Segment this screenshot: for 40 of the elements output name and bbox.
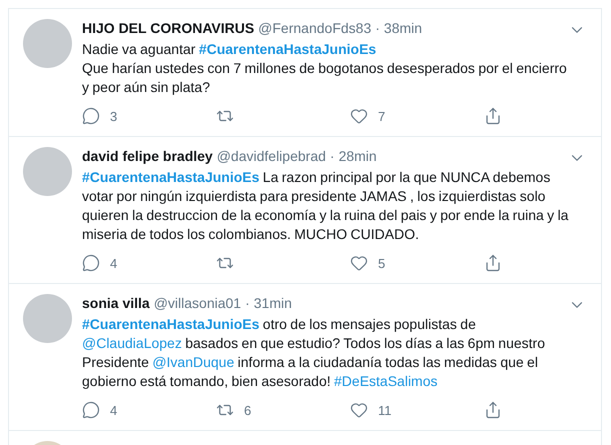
author-handle: @davidfelipebrad [216, 147, 326, 166]
share-icon [484, 401, 502, 419]
tweet-time: 28min [338, 147, 377, 166]
hashtag-link[interactable]: #DeEstaSalimos [334, 373, 438, 389]
mention-link[interactable]: @IvanDuque [152, 354, 234, 370]
separator-dot: · [375, 19, 380, 38]
heart-icon [350, 401, 368, 419]
like-button[interactable]: 11 [350, 401, 392, 419]
hashtag-link[interactable]: #CuarentenaHastaJunioEs [82, 316, 260, 332]
separator-dot: · [245, 294, 250, 313]
reply-button[interactable]: 3 [82, 107, 118, 125]
author-name[interactable]: david felipe bradley [82, 147, 213, 166]
heart-icon [350, 107, 368, 125]
hashtag-link[interactable]: #CuarentenaHastaJunioEs [198, 41, 376, 57]
author-handle: @FernandoFds83 [258, 19, 372, 38]
reply-button[interactable]: 4 [82, 401, 118, 419]
author-handle: @villasonia01 [154, 294, 242, 313]
tweet-text: #CuarentenaHastaJunioEs La razon principal por la que NUNCA debemos votar por ningún izquierdista para presidente JAMAS , los izquierdistas solo quieren la destruccion de la economía y la ruina del pais y por ende la ruina y la miseria de todos los colombianos. MUCHO CUIDADO. [82, 168, 570, 244]
tweet-time: 31min [254, 294, 292, 313]
share-button[interactable] [484, 254, 502, 272]
share-icon [484, 107, 502, 125]
heart-icon [350, 254, 368, 272]
share-icon [484, 254, 502, 272]
retweet-button[interactable]: 6 [216, 401, 252, 419]
reply-button[interactable]: 4 [82, 254, 118, 272]
author-name[interactable]: sonia villa [82, 294, 150, 313]
tweet-text: #CuarentenaHastaJunioEs otro de los mensajes populistas de @ClaudiaLopez basados en que estudio? Todos los días a las 6pm nuestro Presidente @IvanDuque informa a la ciudadanía todas las medidas que el gobierno está tomando, bien asesorado! #DeEstaSalimos [82, 315, 546, 391]
separator-dot: · [330, 147, 335, 166]
mention-link[interactable]: @ClaudiaLopez [82, 335, 182, 351]
tweet-time: 38min [384, 19, 422, 38]
speech-bubble-icon [82, 254, 100, 272]
tweet-text: Nadie va aguantar #CuarentenaHastaJunioEs Que harían ustedes con 7 millones de bogotanos desesperados por el encierro y peor aún sin plata? [82, 40, 568, 97]
share-button[interactable] [484, 107, 502, 125]
speech-bubble-icon [82, 401, 100, 419]
hashtag-link[interactable]: #CuarentenaHastaJunioEs [82, 169, 260, 185]
like-button[interactable]: 5 [350, 254, 386, 272]
speech-bubble-icon [82, 107, 100, 125]
author-name[interactable]: HIJO DEL CORONAVIRUS [82, 19, 254, 38]
like-button[interactable]: 7 [350, 107, 386, 125]
share-button[interactable] [484, 401, 502, 419]
